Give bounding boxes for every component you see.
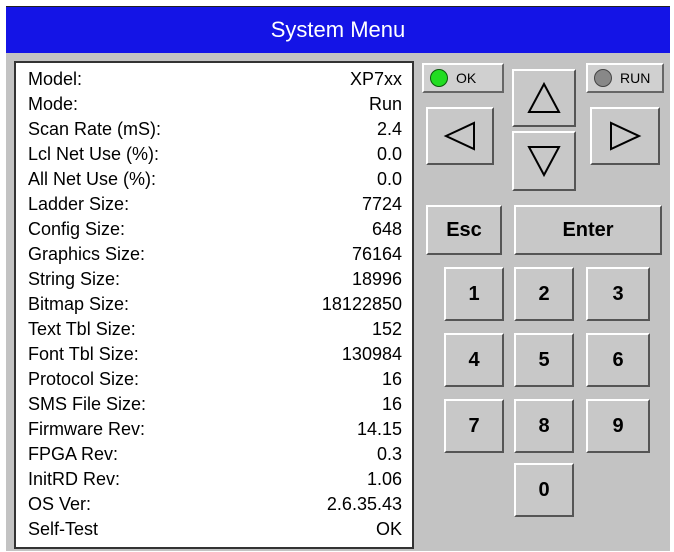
key-7-button[interactable]: 7 [444, 399, 504, 453]
info-row-firmware-rev: Firmware Rev: 14.15 [28, 419, 402, 443]
info-value: OK [375, 519, 402, 539]
key-label: 5 [538, 348, 550, 371]
run-led-icon [594, 69, 612, 87]
key-label: 9 [612, 414, 624, 437]
key-0-button[interactable]: 0 [514, 463, 574, 517]
info-label: Config Size: [28, 219, 126, 239]
info-row-text-tbl-size: Text Tbl Size: 152 [28, 319, 402, 343]
info-row-model: Model: XP7xx [28, 69, 402, 93]
info-value: 7724 [361, 194, 402, 214]
info-row-fpga-rev: FPGA Rev: 0.3 [28, 444, 402, 468]
info-row-initrd-rev: InitRD Rev: 1.06 [28, 469, 402, 493]
info-label: SMS File Size: [28, 394, 147, 414]
key-9-button[interactable]: 9 [586, 399, 650, 453]
info-row-mode: Mode: Run [28, 94, 402, 118]
info-label: Model: [28, 69, 83, 89]
key-label: 3 [612, 282, 624, 305]
up-arrow-button[interactable] [512, 69, 576, 127]
key-4-button[interactable]: 4 [444, 333, 504, 387]
info-label: Graphics Size: [28, 244, 146, 264]
ok-indicator-label: OK [456, 70, 477, 86]
info-row-font-tbl-size: Font Tbl Size: 130984 [28, 344, 402, 368]
info-row-os-ver: OS Ver: 2.6.35.43 [28, 494, 402, 518]
run-indicator-label: RUN [620, 70, 651, 86]
arrow-down-icon [527, 146, 561, 178]
right-arrow-button[interactable] [590, 107, 660, 165]
key-label: 7 [468, 414, 480, 437]
info-value: 16 [381, 394, 402, 414]
key-2-button[interactable]: 2 [514, 267, 574, 321]
info-value: Run [368, 94, 402, 114]
info-value: 18996 [351, 269, 402, 289]
info-row-protocol-size: Protocol Size: 16 [28, 369, 402, 393]
device-frame: System Menu Model: XP7xx Mode: Run Scan Ra… [6, 6, 670, 551]
run-indicator: RUN [586, 63, 664, 93]
down-arrow-button[interactable] [512, 131, 576, 191]
info-value: 2.6.35.43 [326, 494, 402, 514]
arrow-right-icon [610, 121, 642, 151]
info-value: 152 [371, 319, 402, 339]
enter-label: Enter [562, 218, 614, 241]
info-label: InitRD Rev: [28, 469, 121, 489]
esc-button[interactable]: Esc [426, 205, 502, 255]
key-label: 2 [538, 282, 550, 305]
key-1-button[interactable]: 1 [444, 267, 504, 321]
info-value: 130984 [341, 344, 402, 364]
info-label: Mode: [28, 94, 79, 114]
info-label: FPGA Rev: [28, 444, 119, 464]
info-value: 14.15 [356, 419, 402, 439]
key-label: 6 [612, 348, 624, 371]
info-row-self-test: Self-Test OK [28, 519, 402, 543]
info-label: Text Tbl Size: [28, 319, 136, 339]
info-row-lcl-net-use: Lcl Net Use (%): 0.0 [28, 144, 402, 168]
key-label: 1 [468, 282, 480, 305]
key-5-button[interactable]: 5 [514, 333, 574, 387]
info-label: Ladder Size: [28, 194, 130, 214]
arrow-left-icon [443, 121, 475, 151]
info-value: 2.4 [376, 119, 402, 139]
info-row-bitmap-size: Bitmap Size: 18122850 [28, 294, 402, 318]
arrow-up-icon [527, 81, 561, 113]
info-row-all-net-use: All Net Use (%): 0.0 [28, 169, 402, 193]
title-bar: System Menu [6, 7, 670, 53]
info-value: 0.3 [376, 444, 402, 464]
info-value: 0.0 [376, 169, 402, 189]
info-label: Protocol Size: [28, 369, 140, 389]
info-value: 648 [371, 219, 402, 239]
window-title: System Menu [270, 17, 406, 42]
info-label: OS Ver: [28, 494, 92, 514]
key-8-button[interactable]: 8 [514, 399, 574, 453]
info-label: Bitmap Size: [28, 294, 130, 314]
left-arrow-button[interactable] [426, 107, 494, 165]
esc-label: Esc [446, 218, 482, 241]
info-value: 0.0 [376, 144, 402, 164]
key-label: 8 [538, 414, 550, 437]
info-value: 1.06 [366, 469, 402, 489]
info-value: 16 [381, 369, 402, 389]
info-value: 76164 [351, 244, 402, 264]
ok-led-icon [430, 69, 448, 87]
info-value: 18122850 [321, 294, 402, 314]
info-label: Font Tbl Size: [28, 344, 139, 364]
info-row-config-size: Config Size: 648 [28, 219, 402, 243]
system-info-panel: Model: XP7xx Mode: Run Scan Rate (mS): 2.4 … [14, 61, 414, 549]
info-label: Scan Rate (mS): [28, 119, 162, 139]
info-value: XP7xx [349, 69, 402, 89]
info-row-ladder-size: Ladder Size: 7724 [28, 194, 402, 218]
ok-indicator: OK [422, 63, 504, 93]
info-row-string-size: String Size: 18996 [28, 269, 402, 293]
info-label: Self-Test [28, 519, 99, 539]
info-label: Lcl Net Use (%): [28, 144, 160, 164]
enter-button[interactable]: Enter [514, 205, 662, 255]
key-label: 0 [538, 478, 550, 501]
info-row-graphics-size: Graphics Size: 76164 [28, 244, 402, 268]
info-label: All Net Use (%): [28, 169, 157, 189]
key-3-button[interactable]: 3 [586, 267, 650, 321]
info-label: String Size: [28, 269, 121, 289]
key-label: 4 [468, 348, 480, 371]
info-row-scan-rate: Scan Rate (mS): 2.4 [28, 119, 402, 143]
info-label: Firmware Rev: [28, 419, 146, 439]
key-6-button[interactable]: 6 [586, 333, 650, 387]
info-row-sms-file-size: SMS File Size: 16 [28, 394, 402, 418]
